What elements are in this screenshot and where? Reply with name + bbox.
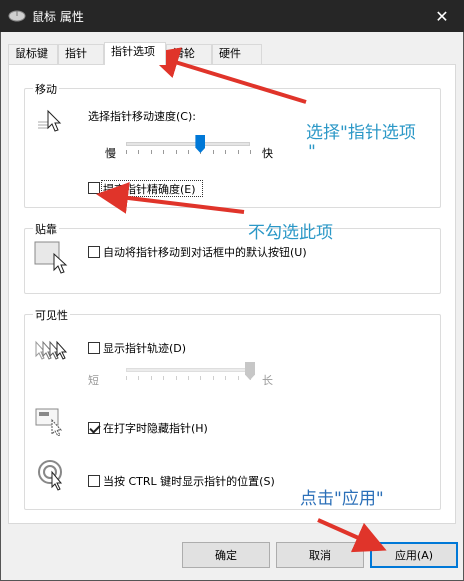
mouse-icon (8, 10, 26, 22)
slider-tick (126, 150, 127, 154)
hide-label[interactable]: 在打字时隐藏指针(H) (103, 420, 208, 436)
cancel-button[interactable]: 取消 (276, 542, 364, 568)
slider-tick (188, 376, 189, 380)
pointer-speed-icon (38, 109, 62, 132)
slider-tick (225, 150, 227, 154)
tab-pointers[interactable]: 指针 (58, 44, 104, 64)
speed-label: 选择指针移动速度(C): (88, 110, 196, 123)
slider-tick (188, 150, 189, 154)
speed-slider-track[interactable] (126, 142, 250, 146)
slider-tick (150, 150, 152, 154)
slider-tick (138, 150, 140, 154)
precision-checkbox[interactable] (88, 182, 100, 194)
snap-to-button-icon (34, 241, 68, 274)
tab-wheel[interactable]: 滑轮 (166, 44, 212, 64)
snap-checkbox[interactable] (88, 246, 100, 258)
slider-tick (200, 376, 202, 380)
ctrl-checkbox[interactable] (88, 475, 100, 487)
slider-tick (138, 376, 140, 380)
slider-tick (163, 150, 165, 154)
precision-label[interactable]: 提高指针精确度(E) (103, 181, 196, 197)
annotation-select-option: 选择"指针选项 (306, 123, 416, 143)
snap-group: 贴靠 (24, 221, 441, 294)
slider-tick (175, 150, 177, 154)
slider-tick (212, 376, 214, 380)
trails-checkbox[interactable] (88, 342, 100, 354)
close-icon: ✕ (435, 6, 449, 26)
annotation-select-option-tail: " (308, 142, 316, 162)
trail-slider-track[interactable] (126, 368, 250, 372)
slider-tick (212, 150, 214, 154)
slider-tick (237, 376, 239, 380)
hide-while-typing-icon (35, 408, 63, 436)
ctrl-label[interactable]: 当按 CTRL 键时显示指针的位置(S) (103, 473, 275, 489)
pointer-trails-icon (35, 340, 68, 360)
apply-button[interactable]: 应用(A) (370, 542, 458, 568)
ok-button[interactable]: 确定 (182, 542, 270, 568)
slow-label: 慢 (105, 147, 116, 160)
short-label: 短 (88, 374, 99, 387)
snap-group-title: 贴靠 (33, 221, 59, 237)
slider-tick (150, 376, 152, 380)
motion-group-title: 移动 (33, 81, 59, 97)
hide-checkbox[interactable] (88, 422, 100, 434)
slider-tick (175, 376, 177, 380)
slider-tick (163, 376, 165, 380)
annotation-uncheck: 不勾选此项 (248, 223, 333, 243)
window-title: 鼠标 属性 (32, 10, 84, 24)
close-button[interactable]: ✕ (420, 0, 464, 32)
motion-group: 移动 (24, 81, 441, 208)
tab-pointer-options[interactable]: 指针选项 (104, 42, 166, 65)
tab-hardware[interactable]: 硬件 (212, 44, 262, 64)
slider-tick (225, 376, 227, 380)
tab-buttons[interactable]: 鼠标键 (8, 44, 58, 64)
slider-tick (126, 376, 127, 380)
trails-label[interactable]: 显示指针轨迹(D) (103, 340, 186, 356)
title-bar: 鼠标 属性 ✕ (0, 0, 464, 32)
annotation-click-apply: 点击"应用" (300, 489, 384, 509)
slider-tick (250, 150, 251, 154)
snap-label[interactable]: 自动将指针移动到对话框中的默认按钮(U) (103, 244, 307, 260)
long-label: 长 (262, 374, 273, 387)
show-location-icon (38, 460, 63, 491)
slider-tick (237, 150, 239, 154)
fast-label: 快 (262, 147, 273, 160)
visibility-group-title: 可见性 (33, 307, 70, 323)
